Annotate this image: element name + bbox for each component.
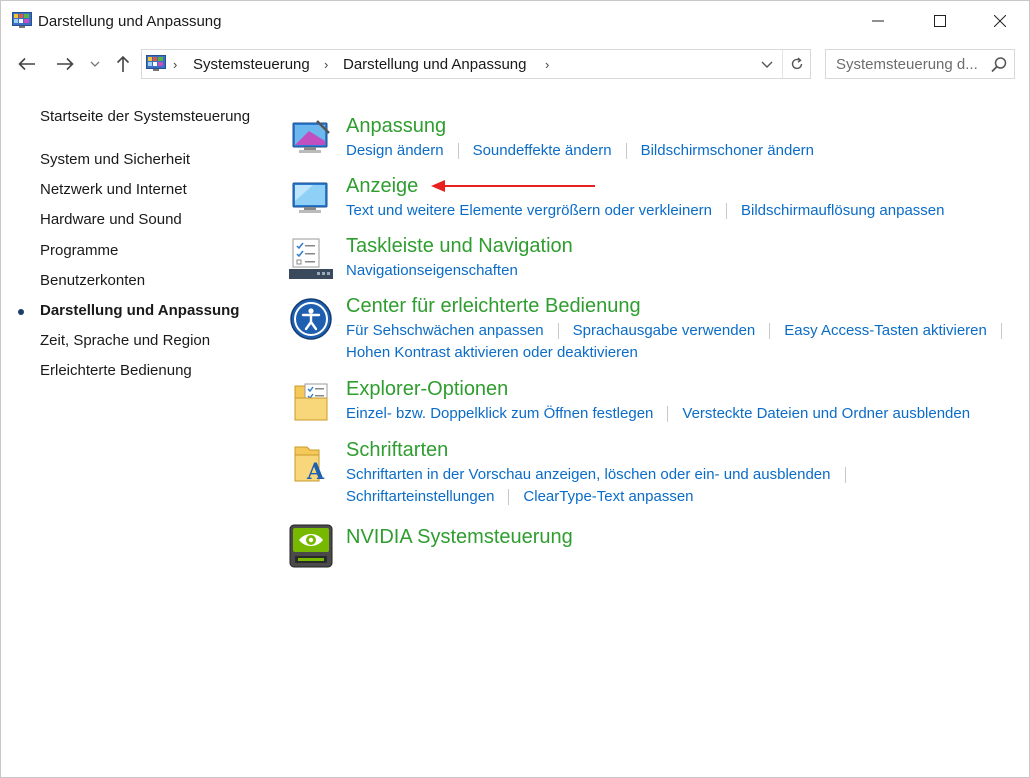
breadcrumb-separator-icon[interactable]: ›: [545, 57, 549, 72]
link-schriftarteinstellungen[interactable]: Schriftarteinstellungen: [346, 488, 494, 505]
address-dropdown-button[interactable]: [756, 55, 778, 73]
taskbar-icon[interactable]: [289, 237, 333, 281]
personalization-icon[interactable]: [289, 117, 333, 161]
control-panel-icon: [12, 12, 32, 28]
link-sehschwaechen[interactable]: Für Sehschwächen anpassen: [346, 322, 544, 339]
navigation-bar: › Systemsteuerung › Darstellung und Anpa…: [1, 45, 1029, 83]
link-schriftarten-vorschau[interactable]: Schriftarten in der Vorschau anzeigen, l…: [346, 466, 831, 483]
category-links: Design ändern Soundeffekte ändern Bildsc…: [346, 142, 814, 159]
svg-text:A: A: [306, 459, 325, 485]
minimize-button[interactable]: [847, 1, 909, 41]
link-einzel-doppelklick[interactable]: Einzel- bzw. Doppelklick zum Öffnen fest…: [346, 405, 653, 422]
nav-item-zeit-sprache-region[interactable]: Zeit, Sprache und Region: [40, 332, 210, 349]
annotation-arrow-icon: [431, 180, 595, 192]
refresh-button[interactable]: [782, 50, 810, 78]
refresh-icon: [791, 57, 802, 70]
arrow-up-icon: [116, 55, 130, 72]
search-icon[interactable]: [990, 56, 1008, 74]
link-design-aendern[interactable]: Design ändern: [346, 142, 444, 159]
breadcrumb-systemsteuerung[interactable]: Systemsteuerung: [193, 56, 310, 73]
minimize-icon: [872, 20, 884, 22]
link-separator: [844, 466, 846, 483]
address-bar[interactable]: › Systemsteuerung › Darstellung und Anpa…: [141, 49, 811, 79]
close-icon: [994, 15, 1006, 27]
category-title[interactable]: Schriftarten: [346, 439, 448, 462]
breadcrumb-separator-icon[interactable]: ›: [173, 57, 177, 72]
display-icon[interactable]: [289, 177, 333, 221]
link-separator: [667, 405, 669, 422]
search-box[interactable]: Systemsteuerung d...: [825, 49, 1015, 79]
category-title[interactable]: Anzeige: [346, 175, 418, 198]
category-title[interactable]: Center für erleichterte Bedienung: [346, 295, 641, 318]
control-panel-window: Darstellung und Anpassung › Systemsteuer…: [0, 0, 1030, 778]
category-links: Einzel- bzw. Doppelklick zum Öffnen fest…: [346, 405, 970, 422]
chevron-down-icon: [761, 61, 773, 68]
active-item-bullet: [18, 309, 24, 315]
category-links: Für Sehschwächen anpassen Sprachausgabe …: [346, 322, 1016, 339]
category-title[interactable]: Taskleiste und Navigation: [346, 235, 573, 258]
nvidia-icon[interactable]: [289, 524, 333, 568]
link-soundeffekte-aendern[interactable]: Soundeffekte ändern: [473, 142, 612, 159]
category-title[interactable]: Explorer-Optionen: [346, 378, 508, 401]
link-separator: [769, 322, 771, 339]
breadcrumb-darstellung[interactable]: Darstellung und Anpassung: [343, 56, 526, 73]
link-versteckte-dateien[interactable]: Versteckte Dateien und Ordner ausblenden: [682, 405, 970, 422]
nav-item-darstellung-anpassung[interactable]: Darstellung und Anpassung: [40, 302, 239, 319]
nav-item-erleichterte-bedienung[interactable]: Erleichterte Bedienung: [40, 362, 192, 379]
chevron-down-icon: [90, 61, 100, 67]
category-title[interactable]: NVIDIA Systemsteuerung: [346, 526, 573, 549]
control-panel-icon: [146, 55, 166, 71]
link-navigationseigenschaften[interactable]: Navigationseigenschaften: [346, 262, 518, 279]
category-links: Schriftarten in der Vorschau anzeigen, l…: [346, 466, 860, 483]
category-title[interactable]: Anpassung: [346, 115, 446, 138]
maximize-icon: [934, 15, 946, 27]
fonts-icon[interactable]: A: [289, 441, 333, 485]
link-sprachausgabe[interactable]: Sprachausgabe verwenden: [573, 322, 756, 339]
nav-home-link[interactable]: Startseite der Systemsteuerung: [40, 108, 250, 125]
link-cleartype[interactable]: ClearType-Text anpassen: [523, 488, 693, 505]
link-bildschirmschoner-aendern[interactable]: Bildschirmschoner ändern: [641, 142, 814, 159]
maximize-button[interactable]: [909, 1, 971, 41]
link-bildschirmaufloesung[interactable]: Bildschirmauflösung anpassen: [741, 202, 944, 219]
back-button[interactable]: [13, 51, 41, 77]
breadcrumb-separator-icon[interactable]: ›: [324, 57, 328, 72]
folder-options-icon[interactable]: [289, 380, 333, 424]
link-separator: [457, 142, 459, 159]
nav-item-hardware-sound[interactable]: Hardware und Sound: [40, 211, 182, 228]
link-text-vergroessern[interactable]: Text und weitere Elemente vergrößern ode…: [346, 202, 712, 219]
link-separator: [726, 202, 728, 219]
category-links: Navigationseigenschaften: [346, 262, 518, 279]
window-title: Darstellung und Anpassung: [38, 13, 222, 30]
link-hoher-kontrast[interactable]: Hohen Kontrast aktivieren oder deaktivie…: [346, 344, 638, 361]
nav-item-programme[interactable]: Programme: [40, 242, 118, 259]
link-separator: [625, 142, 627, 159]
ease-of-access-icon[interactable]: [289, 297, 333, 341]
nav-item-benutzerkonten[interactable]: Benutzerkonten: [40, 272, 145, 289]
close-button[interactable]: [969, 1, 1030, 41]
nav-item-netzwerk-internet[interactable]: Netzwerk und Internet: [40, 181, 187, 198]
forward-button[interactable]: [51, 51, 79, 77]
link-separator: [508, 488, 510, 505]
arrow-right-icon: [57, 57, 74, 71]
link-separator: [557, 322, 559, 339]
category-links: Schriftarteinstellungen ClearType-Text a…: [346, 488, 694, 505]
category-links: Hohen Kontrast aktivieren oder deaktivie…: [346, 344, 638, 361]
up-button[interactable]: [109, 51, 137, 77]
title-bar[interactable]: Darstellung und Anpassung: [1, 1, 1029, 43]
category-links: Text und weitere Elemente vergrößern ode…: [346, 202, 944, 219]
nav-item-system-sicherheit[interactable]: System und Sicherheit: [40, 151, 190, 168]
recent-locations-button[interactable]: [87, 51, 103, 77]
link-separator: [1000, 322, 1002, 339]
arrow-left-icon: [18, 57, 35, 71]
link-easy-access-tasten[interactable]: Easy Access-Tasten aktivieren: [784, 322, 987, 339]
search-input[interactable]: Systemsteuerung d...: [836, 56, 978, 73]
